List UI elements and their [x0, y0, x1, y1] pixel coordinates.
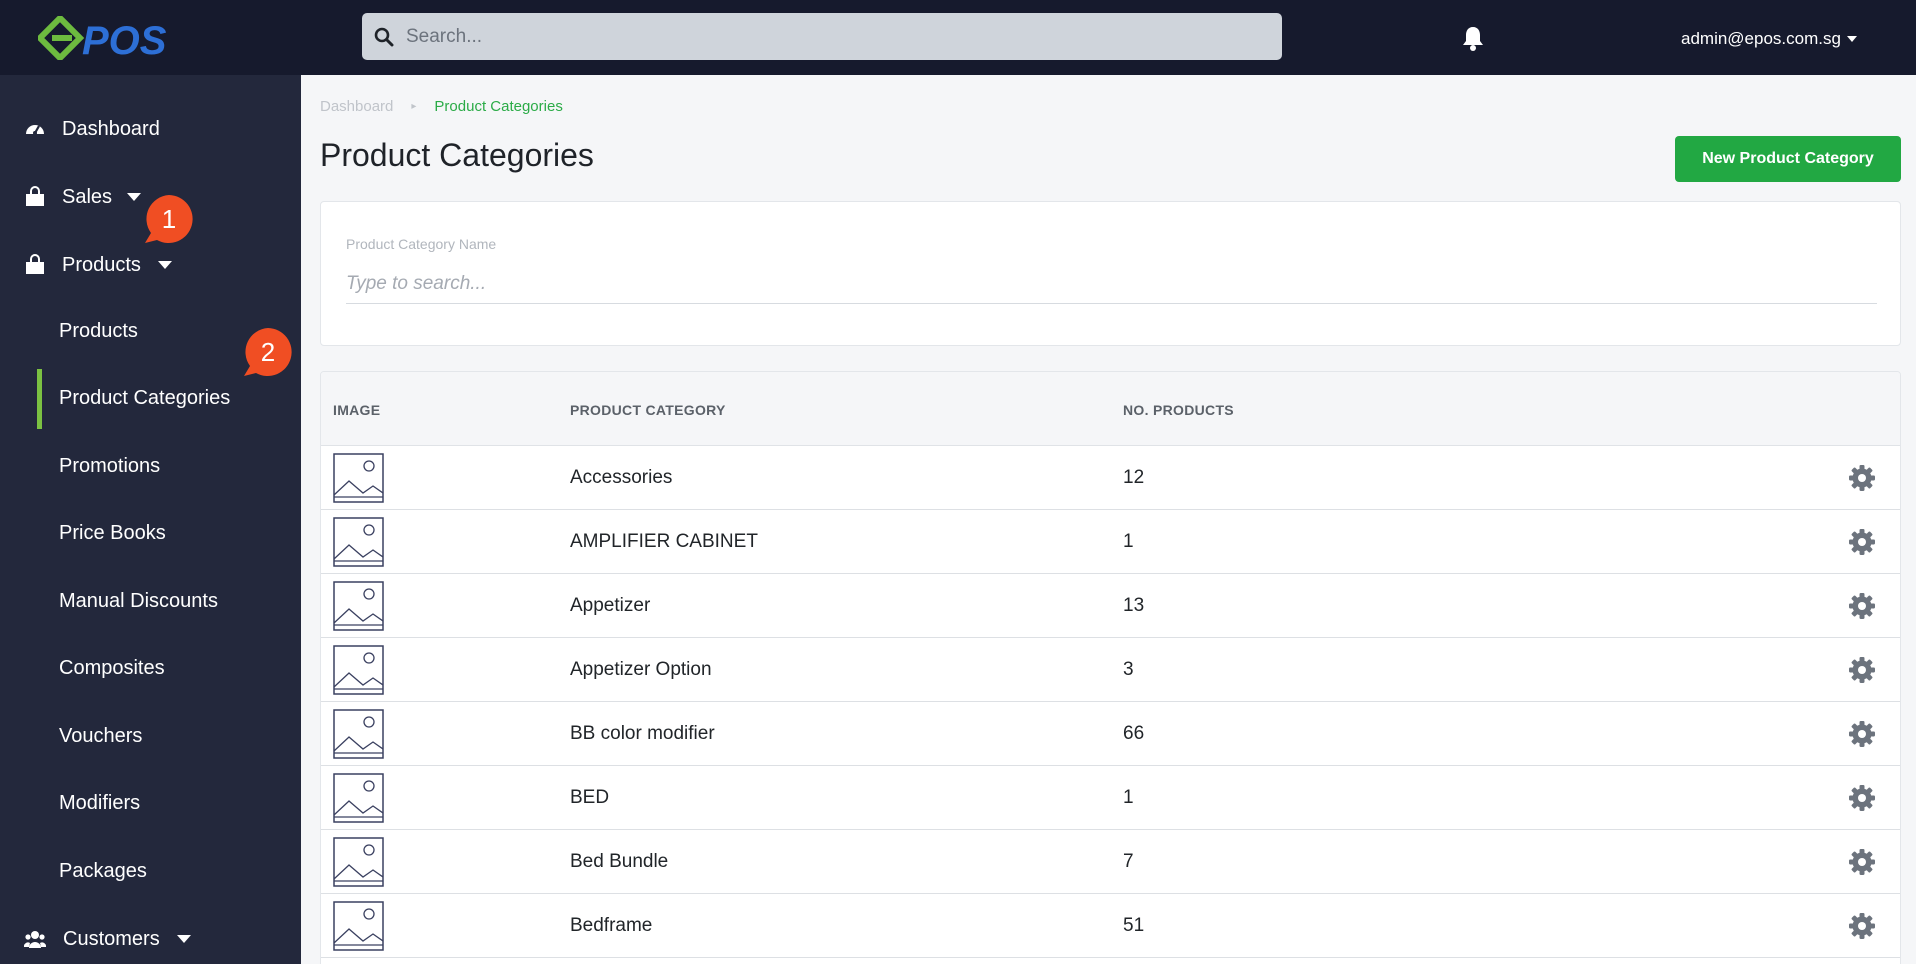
image-placeholder-icon	[333, 581, 384, 631]
product-count: 7	[1123, 851, 1134, 872]
category-name: Appetizer	[570, 595, 651, 616]
svg-text:POS: POS	[82, 19, 167, 60]
gear-icon[interactable]	[1848, 784, 1876, 812]
shopping-bag-icon	[26, 254, 44, 274]
global-search[interactable]	[362, 13, 1282, 60]
gauge-icon	[26, 125, 44, 135]
product-count: 12	[1123, 467, 1145, 488]
image-placeholder-icon	[333, 901, 384, 951]
new-product-category-button[interactable]: New Product Category	[1675, 136, 1901, 182]
user-menu[interactable]: admin@epos.com.sg	[1681, 29, 1857, 49]
table-row[interactable]: Bedframe 51	[321, 894, 1900, 958]
category-name: Appetizer Option	[570, 659, 712, 680]
chevron-down-icon	[127, 193, 141, 201]
gear-icon[interactable]	[1848, 848, 1876, 876]
sidebar-subitem-composites[interactable]: Composites	[59, 657, 165, 680]
users-icon	[24, 931, 46, 948]
product-count: 1	[1123, 787, 1134, 808]
sidebar-subitem-products[interactable]: Products	[59, 320, 138, 343]
image-placeholder-icon	[333, 517, 384, 567]
filter-card: Product Category Name	[320, 201, 1901, 346]
sidebar-item-label: Dashboard	[62, 117, 160, 140]
breadcrumb-separator-icon: ▸	[411, 101, 417, 112]
product-count: 1	[1123, 531, 1134, 552]
sidebar-subitem-modifiers[interactable]: Modifiers	[59, 792, 140, 815]
category-name: BED	[570, 787, 610, 808]
category-name: Accessories	[570, 467, 673, 488]
column-header-count[interactable]: NO. PRODUCTS	[1123, 402, 1234, 418]
sidebar-subitem-price-books[interactable]: Price Books	[59, 522, 166, 545]
category-name: AMPLIFIER CABINET	[570, 531, 758, 552]
category-name: Bedframe	[570, 915, 653, 936]
product-count: 13	[1123, 595, 1145, 616]
product-count: 51	[1123, 915, 1145, 936]
search-icon	[374, 27, 394, 46]
bell-icon[interactable]	[1459, 24, 1487, 52]
chevron-down-icon	[1846, 36, 1857, 42]
column-header-image[interactable]: IMAGE	[333, 402, 380, 418]
categories-table: IMAGE PRODUCT CATEGORY NO. PRODUCTS Acce…	[320, 371, 1901, 964]
active-indicator	[37, 369, 42, 429]
page-title: Product Categories	[320, 137, 594, 173]
top-bar: POS admin@epos.com.sg	[0, 0, 1916, 75]
table-row[interactable]: AMPLIFIER CABINET 1	[321, 510, 1900, 574]
image-placeholder-icon	[333, 709, 384, 759]
annotation-badge-1: 1	[143, 193, 195, 245]
product-count: 3	[1123, 659, 1134, 680]
sidebar-subitem-vouchers[interactable]: Vouchers	[59, 725, 142, 748]
chevron-down-icon	[158, 261, 172, 269]
sidebar-item-label: Products	[62, 253, 141, 276]
chevron-down-icon	[177, 935, 191, 943]
sidebar-item-label: Sales	[62, 185, 113, 208]
main-content: Dashboard ▸ Product Categories Product C…	[301, 75, 1916, 964]
table-row[interactable]: Accessories 12	[321, 446, 1900, 510]
image-placeholder-icon	[333, 837, 384, 887]
filter-label: Product Category Name	[346, 236, 497, 252]
table-row[interactable]: Appetizer 13	[321, 574, 1900, 638]
category-name: Bed Bundle	[570, 851, 669, 872]
category-name: BB color modifier	[570, 723, 715, 744]
sidebar-item-dashboard[interactable]: Dashboard	[0, 115, 301, 143]
gear-icon[interactable]	[1848, 528, 1876, 556]
gear-icon[interactable]	[1848, 592, 1876, 620]
gear-icon[interactable]	[1848, 912, 1876, 940]
sidebar-subitem-product-categories[interactable]: Product Categories	[59, 387, 230, 410]
breadcrumb-dashboard[interactable]: Dashboard	[320, 98, 393, 115]
breadcrumb: Dashboard ▸ Product Categories	[320, 98, 563, 115]
column-header-category[interactable]: PRODUCT CATEGORY	[570, 402, 726, 418]
sidebar-subitem-manual-discounts[interactable]: Manual Discounts	[59, 590, 218, 613]
shopping-bag-icon	[26, 186, 44, 206]
sidebar-subitem-packages[interactable]: Packages	[59, 860, 147, 883]
sidebar-subitem-promotions[interactable]: Promotions	[59, 455, 160, 478]
search-input[interactable]	[406, 13, 1282, 60]
image-placeholder-icon	[333, 773, 384, 823]
user-email: admin@epos.com.sg	[1681, 29, 1841, 48]
image-placeholder-icon	[333, 453, 384, 503]
table-row[interactable]: Appetizer Option 3	[321, 638, 1900, 702]
table-row[interactable]: BED 1	[321, 766, 1900, 830]
sidebar-item-label: Customers	[63, 927, 160, 950]
product-count: 66	[1123, 723, 1145, 744]
category-search-input[interactable]	[346, 264, 1877, 304]
gear-icon[interactable]	[1848, 720, 1876, 748]
table-header: IMAGE PRODUCT CATEGORY NO. PRODUCTS	[321, 372, 1900, 446]
image-placeholder-icon	[333, 645, 384, 695]
gear-icon[interactable]	[1848, 464, 1876, 492]
sidebar-item-customers[interactable]: Customers	[0, 925, 301, 953]
gear-icon[interactable]	[1848, 656, 1876, 684]
breadcrumb-current: Product Categories	[434, 98, 563, 115]
table-row[interactable]: BB color modifier 66	[321, 702, 1900, 766]
annotation-badge-2: 2	[242, 326, 294, 378]
epos-logo[interactable]: POS	[38, 16, 188, 60]
sidebar-item-products[interactable]: Products	[0, 251, 301, 279]
table-row[interactable]: Bed Bundle 7	[321, 830, 1900, 894]
